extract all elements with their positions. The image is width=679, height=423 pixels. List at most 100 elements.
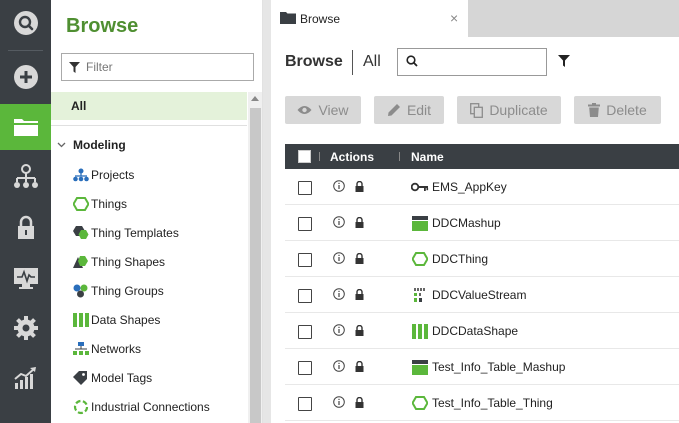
scroll-up-arrow-icon[interactable] [251, 96, 259, 101]
info-icon[interactable] [333, 324, 345, 339]
hierarchy-icon [13, 164, 38, 188]
row-name[interactable]: DDCDataShape [432, 324, 518, 338]
tree-item-thing-shapes[interactable]: Thing Shapes [72, 252, 165, 272]
search-icon [13, 11, 38, 35]
row-checkbox[interactable] [298, 217, 312, 231]
tree-item-model-tags[interactable]: Model Tags [72, 368, 152, 388]
modeling-section-header[interactable]: Modeling [57, 137, 126, 153]
row-checkbox[interactable] [298, 289, 312, 303]
rail-browse-button[interactable] [0, 104, 51, 150]
rail-search-button[interactable] [0, 0, 51, 46]
view-button[interactable]: View [285, 96, 361, 124]
tree-item-industrial-connections[interactable]: Industrial Connections [72, 397, 210, 417]
header-separator [399, 152, 400, 161]
rail-security-button[interactable] [0, 205, 51, 251]
data-shape-icon [72, 312, 89, 328]
lock-icon[interactable] [355, 252, 364, 267]
tree-item-networks[interactable]: Networks [72, 339, 141, 359]
row-name[interactable]: Test_Info_Table_Mashup [432, 360, 565, 374]
tree-item-label: Thing Groups [91, 284, 164, 298]
info-icon[interactable] [333, 180, 345, 195]
row-name[interactable]: DDCThing [432, 252, 488, 266]
rail-settings-button[interactable] [0, 305, 51, 351]
delete-button[interactable]: Delete [574, 96, 661, 124]
column-header-name[interactable]: Name [411, 150, 444, 164]
info-icon[interactable] [333, 252, 345, 267]
row-name[interactable]: EMS_AppKey [432, 180, 507, 194]
tag-icon [72, 370, 89, 386]
table-row[interactable]: EMS_AppKey [285, 169, 679, 205]
info-icon[interactable] [333, 360, 345, 375]
filter-input[interactable] [86, 60, 246, 74]
delete-button-label: Delete [606, 102, 647, 118]
row-checkbox[interactable] [298, 181, 312, 195]
search-input[interactable] [424, 55, 544, 69]
browse-all-item[interactable]: All [51, 92, 247, 120]
rail-monitoring-button[interactable] [0, 255, 51, 301]
tree-item-label: Projects [91, 168, 135, 182]
panel-resize-gutter[interactable] [263, 0, 271, 423]
lock-icon[interactable] [355, 216, 364, 231]
table-row[interactable]: DDCValueStream [285, 277, 679, 313]
trash-icon [588, 103, 601, 117]
tree-item-things[interactable]: Things [72, 194, 127, 214]
panel-title: Browse [66, 15, 139, 37]
row-checkbox[interactable] [298, 397, 312, 411]
table-row[interactable]: DDCDataShape [285, 313, 679, 349]
select-all-checkbox[interactable] [298, 150, 311, 163]
tab-folder-icon [280, 11, 296, 27]
row-checkbox[interactable] [298, 253, 312, 267]
header-separator [319, 152, 320, 161]
info-icon[interactable] [333, 396, 345, 411]
rail-new-button[interactable] [0, 54, 51, 100]
thing-hexagon-icon [411, 251, 429, 267]
chevron-down-icon [57, 140, 69, 151]
panel-scrollbar-thumb[interactable] [250, 108, 261, 423]
mashup-icon [411, 215, 429, 231]
table-row[interactable]: Test_Info_Table_Thing [285, 385, 679, 421]
tree-item-projects[interactable]: Projects [72, 165, 134, 185]
row-checkbox[interactable] [298, 361, 312, 375]
row-name[interactable]: Test_Info_Table_Thing [432, 396, 553, 410]
network-icon [72, 341, 89, 357]
rail-hierarchy-button[interactable] [0, 154, 51, 200]
filter-funnel-icon[interactable] [558, 55, 570, 70]
duplicate-button[interactable]: Duplicate [457, 96, 561, 124]
tree-item-data-shapes[interactable]: Data Shapes [72, 310, 160, 330]
key-icon [411, 179, 429, 195]
value-stream-icon [411, 287, 429, 303]
lock-icon[interactable] [355, 360, 364, 375]
edit-button[interactable]: Edit [374, 96, 444, 124]
tree-item-thing-templates[interactable]: Thing Templates [72, 223, 179, 243]
tree-item-thing-groups[interactable]: Thing Groups [72, 281, 164, 301]
column-header-actions[interactable]: Actions [330, 150, 374, 164]
duplicate-icon [470, 102, 484, 118]
tree-item-label: Thing Shapes [91, 255, 166, 269]
lock-icon[interactable] [355, 288, 364, 303]
browse-panel: Browse All Modeling Projects Things Thin… [51, 0, 263, 423]
table-row[interactable]: DDCMashup [285, 205, 679, 241]
lock-icon[interactable] [355, 324, 364, 339]
row-name[interactable]: DDCValueStream [432, 288, 526, 302]
info-icon[interactable] [333, 216, 345, 231]
table-row[interactable]: DDCThing [285, 241, 679, 277]
info-icon[interactable] [333, 288, 345, 303]
table-row[interactable]: Test_Info_Table_Mashup [285, 349, 679, 385]
tree-item-label: Thing Templates [91, 226, 179, 240]
lock-icon[interactable] [355, 396, 364, 411]
rail-divider [8, 50, 43, 51]
search-field[interactable] [397, 48, 547, 76]
tab-browse[interactable]: Browse [271, 0, 468, 37]
rail-analytics-button[interactable] [0, 355, 51, 401]
filter-funnel-icon [62, 61, 86, 73]
projects-icon [72, 167, 89, 183]
grid-header: Actions Name [285, 144, 679, 169]
lock-icon[interactable] [355, 180, 364, 195]
row-checkbox[interactable] [298, 325, 312, 339]
row-name[interactable]: DDCMashup [432, 216, 501, 230]
tree-item-label: Industrial Connections [91, 400, 210, 414]
tab-close-icon[interactable]: × [450, 11, 458, 25]
filter-field[interactable] [61, 53, 254, 81]
edit-button-label: Edit [406, 102, 432, 118]
view-button-label: View [318, 102, 349, 118]
